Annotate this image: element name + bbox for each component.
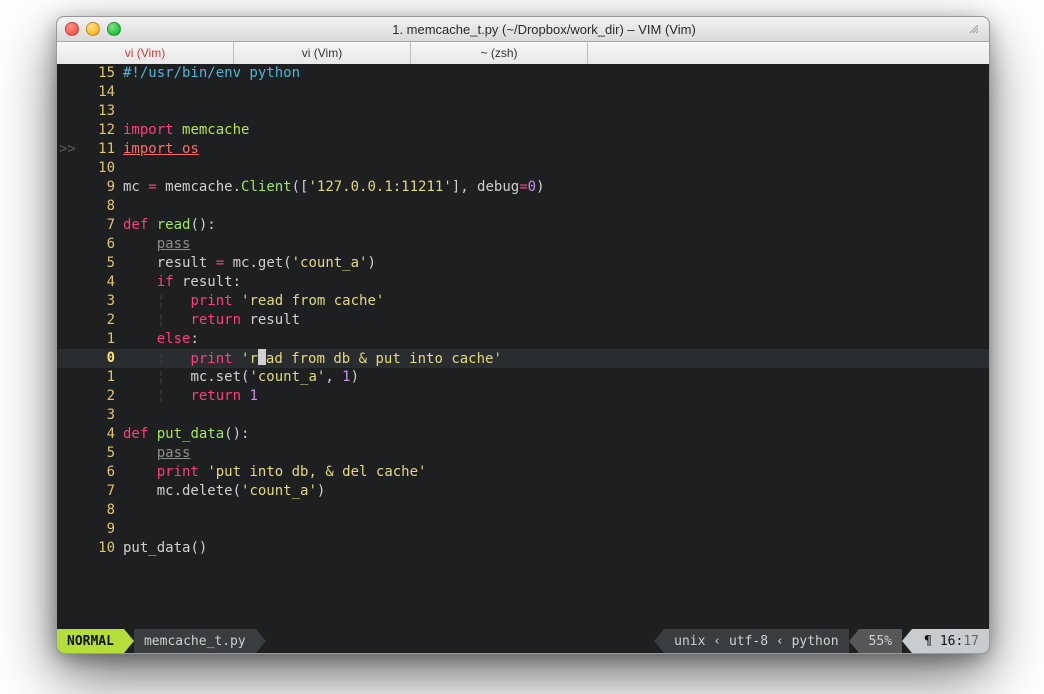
sign-column-marker: >>: [57, 140, 85, 159]
window-zoom-button[interactable]: [107, 22, 121, 36]
powerline-sep-icon: [654, 629, 664, 653]
vim-terminal-window: 1. memcache_t.py (~/Dropbox/work_dir) – …: [56, 16, 990, 654]
powerline-sep-icon: [124, 629, 134, 653]
position-segment: ¶ 16:17: [912, 629, 989, 653]
window-minimize-button[interactable]: [86, 22, 100, 36]
vim-editor[interactable]: 15#!/usr/bin/env python 14 13 12import m…: [57, 64, 989, 629]
cursor-line: 0 ¦ print 'rad from db & put into cache': [57, 349, 989, 368]
powerline-sep-icon: [256, 629, 266, 653]
vim-statusline: NORMAL memcache_t.py unix ‹ utf-8 ‹ pyth…: [57, 629, 989, 653]
cursor-icon: [258, 349, 266, 365]
tab-zsh[interactable]: ~ (zsh): [411, 42, 588, 64]
window-titlebar: 1. memcache_t.py (~/Dropbox/work_dir) – …: [57, 17, 989, 42]
percent-segment: 55%: [859, 629, 902, 653]
window-resize-icon: [967, 22, 981, 36]
powerline-sep-icon: [849, 629, 859, 653]
window-close-button[interactable]: [65, 22, 79, 36]
filename-segment: memcache_t.py: [134, 629, 256, 653]
mode-segment: NORMAL: [57, 629, 124, 653]
paragraph-icon: ¶: [922, 634, 934, 649]
window-title: 1. memcache_t.py (~/Dropbox/work_dir) – …: [121, 22, 967, 37]
terminal-tabstrip: vi (Vim) vi (Vim) ~ (zsh): [57, 42, 989, 65]
fileinfo-segment: unix ‹ utf-8 ‹ python: [664, 629, 848, 653]
tab-vi-vim[interactable]: vi (Vim): [234, 42, 411, 64]
tab-vi-vim-active[interactable]: vi (Vim): [57, 42, 234, 64]
powerline-sep-icon: [902, 629, 912, 653]
line-number: 15: [85, 64, 123, 83]
